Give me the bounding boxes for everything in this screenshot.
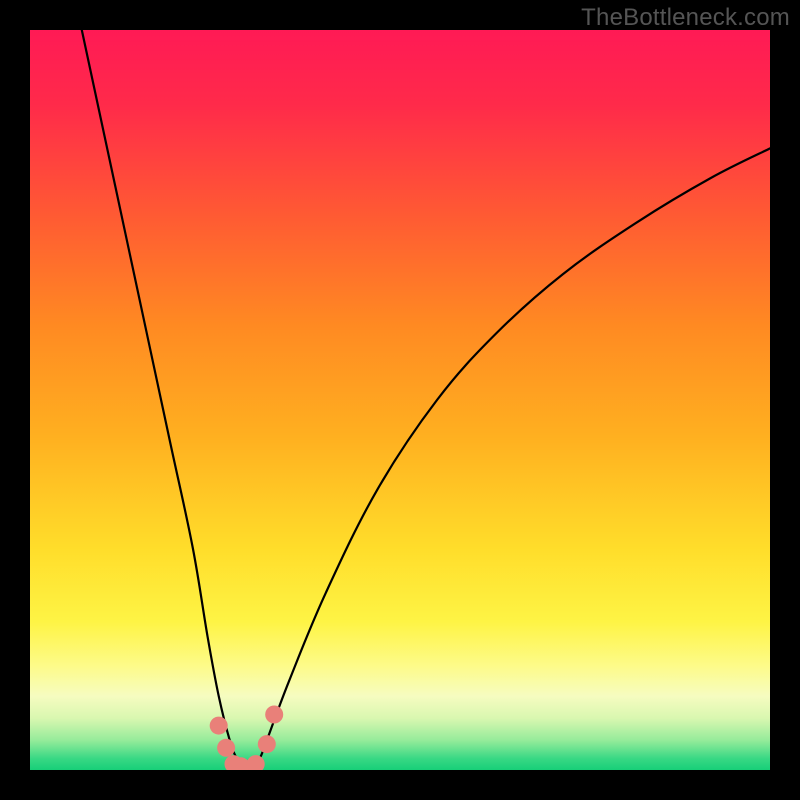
curve-marker [247,755,265,770]
curve-marker [258,735,276,753]
watermark-text: TheBottleneck.com [581,4,790,32]
curve-marker [217,739,235,757]
chart-frame: TheBottleneck.com [0,0,800,800]
plot-area [30,30,770,770]
bottleneck-curve [82,30,770,765]
curve-layer [30,30,770,770]
curve-marker [265,706,283,724]
curve-marker [210,717,228,735]
curve-markers [210,706,284,771]
